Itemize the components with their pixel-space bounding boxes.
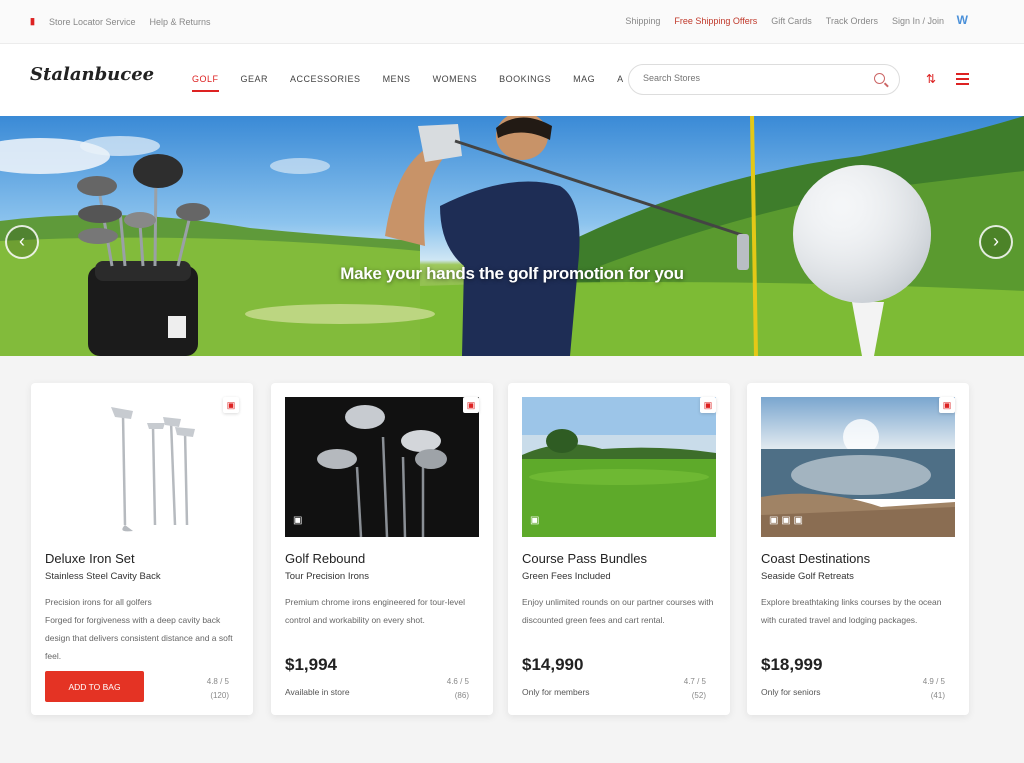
- nav-item-bookings[interactable]: BOOKINGS: [499, 74, 551, 92]
- site-logo[interactable]: Stalanbucee: [30, 64, 154, 85]
- product-subtitle: Seaside Golf Retreats: [761, 571, 854, 582]
- utility-link[interactable]: Free Shipping Offers: [674, 16, 757, 26]
- nav-item-mag[interactable]: MAG: [573, 74, 595, 92]
- product-card[interactable]: ▣ ▣ ▣ ▣ Coast Destinations Seaside Golf …: [747, 383, 969, 715]
- product-rating: 4.8 / 5 (120): [206, 677, 229, 700]
- product-title[interactable]: Golf Rebound: [285, 551, 365, 566]
- flag-icon: ▮: [30, 16, 35, 26]
- wishlist-icon[interactable]: ▣: [223, 397, 239, 413]
- wishlist-icon[interactable]: ▣: [939, 397, 955, 413]
- product-description-text: Forged for forgiveness with a deep cavit…: [45, 615, 233, 661]
- utility-bar: ▮ Store Locator Service Help & Returns S…: [0, 0, 1024, 44]
- product-availability: Only for seniors: [761, 687, 821, 697]
- utility-link[interactable]: Gift Cards: [771, 16, 812, 26]
- product-card[interactable]: ▣ ▣ Golf Rebound Tour Precision Irons Pr…: [271, 383, 493, 715]
- product-price: $14,990: [522, 655, 584, 674]
- product-title[interactable]: Deluxe Iron Set: [45, 551, 135, 566]
- carousel-prev-button[interactable]: ‹: [5, 225, 39, 259]
- hamburger-menu-icon[interactable]: [956, 73, 969, 88]
- wishlist-icon[interactable]: ▣: [700, 397, 716, 413]
- nav-item-womens[interactable]: WOMENS: [433, 74, 478, 92]
- nav-item-accessories[interactable]: ACCESSORIES: [290, 74, 361, 92]
- product-description: Enjoy unlimited rounds on our partner co…: [522, 597, 714, 625]
- product-price: $1,994: [285, 655, 337, 674]
- utility-link[interactable]: Help & Returns: [150, 17, 211, 27]
- product-description: Explore breathtaking links courses by th…: [761, 597, 942, 625]
- utility-link[interactable]: Track Orders: [826, 16, 878, 26]
- product-image: [45, 397, 239, 537]
- product-subtitle: Tour Precision Irons: [285, 571, 369, 582]
- product-description: Precision irons for all golfers Forged f…: [45, 593, 241, 665]
- search-input[interactable]: [643, 73, 863, 83]
- product-availability: Available in store: [285, 687, 350, 697]
- product-rating: 4.9 / 5 (41): [922, 677, 945, 700]
- hero-illustration: [0, 116, 1024, 356]
- product-availability: Only for members: [522, 687, 590, 697]
- nav-item-golf[interactable]: GOLF: [192, 74, 219, 92]
- nav-item-a[interactable]: A: [617, 74, 624, 92]
- gallery-icon: ▣: [530, 515, 540, 526]
- utility-link[interactable]: Shipping: [625, 16, 660, 26]
- product-rating: 4.6 / 5 (86): [446, 677, 469, 700]
- product-image: [285, 397, 479, 537]
- product-subtitle: Green Fees Included: [522, 571, 611, 582]
- gallery-icon: ▣: [293, 515, 303, 526]
- wishlist-icon[interactable]: ▣: [463, 397, 479, 413]
- nav-item-mens[interactable]: MENS: [383, 74, 411, 92]
- product-card[interactable]: ▣ Deluxe Iron Set Stainless Steel Cavity…: [31, 383, 253, 715]
- product-title[interactable]: Coast Destinations: [761, 551, 870, 566]
- product-tagline: Precision irons for all golfers: [45, 597, 152, 607]
- product-price: $18,999: [761, 655, 823, 674]
- product-description: Premium chrome irons engineered for tour…: [285, 597, 465, 625]
- utility-link[interactable]: Store Locator Service: [49, 17, 136, 27]
- main-nav: GOLF GEAR ACCESSORIES MENS WOMENS BOOKIN…: [192, 74, 624, 92]
- search-icon[interactable]: [874, 73, 885, 84]
- course-illustration: [522, 397, 716, 537]
- product-rating: 4.7 / 5 (52): [683, 677, 706, 700]
- product-title[interactable]: Course Pass Bundles: [522, 551, 647, 566]
- hero-banner: Make your hands the golf promotion for y…: [0, 116, 1024, 356]
- product-subtitle: Stainless Steel Cavity Back: [45, 571, 161, 582]
- hero-caption: Make your hands the golf promotion for y…: [340, 264, 684, 283]
- gallery-icon: ▣ ▣ ▣: [769, 515, 803, 526]
- bag-icon[interactable]: ⇅: [926, 72, 936, 86]
- irons-illustration: [45, 397, 239, 537]
- logo-text: Stalanbucee: [30, 64, 155, 85]
- site-header: Stalanbucee GOLF GEAR ACCESSORIES MENS W…: [0, 44, 1024, 116]
- carousel-next-button[interactable]: ›: [979, 225, 1013, 259]
- utility-link[interactable]: Sign In / Join: [892, 16, 944, 26]
- account-icon[interactable]: W: [957, 13, 968, 27]
- page: ▮ Store Locator Service Help & Returns S…: [0, 0, 1024, 763]
- irons-dark-illustration: [285, 397, 479, 537]
- nav-item-gear[interactable]: GEAR: [241, 74, 269, 92]
- product-image: [522, 397, 716, 537]
- search-bar: [628, 64, 900, 95]
- add-to-bag-button[interactable]: ADD TO BAG: [45, 671, 144, 702]
- product-card[interactable]: ▣ ▣ Course Pass Bundles Green Fees Inclu…: [508, 383, 730, 715]
